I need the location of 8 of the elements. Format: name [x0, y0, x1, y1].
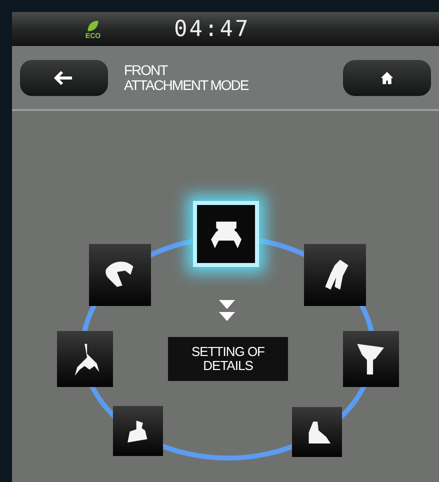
home-button[interactable]	[343, 60, 431, 96]
back-arrow-icon	[54, 70, 74, 86]
screen-title-line: ATTACHMENT MODE	[124, 78, 248, 92]
leaf-icon	[86, 18, 100, 32]
back-button[interactable]	[20, 60, 108, 96]
screen-title-line: FRONT	[124, 62, 169, 78]
home-icon	[380, 70, 394, 84]
clock-time: 04:47	[174, 16, 250, 44]
